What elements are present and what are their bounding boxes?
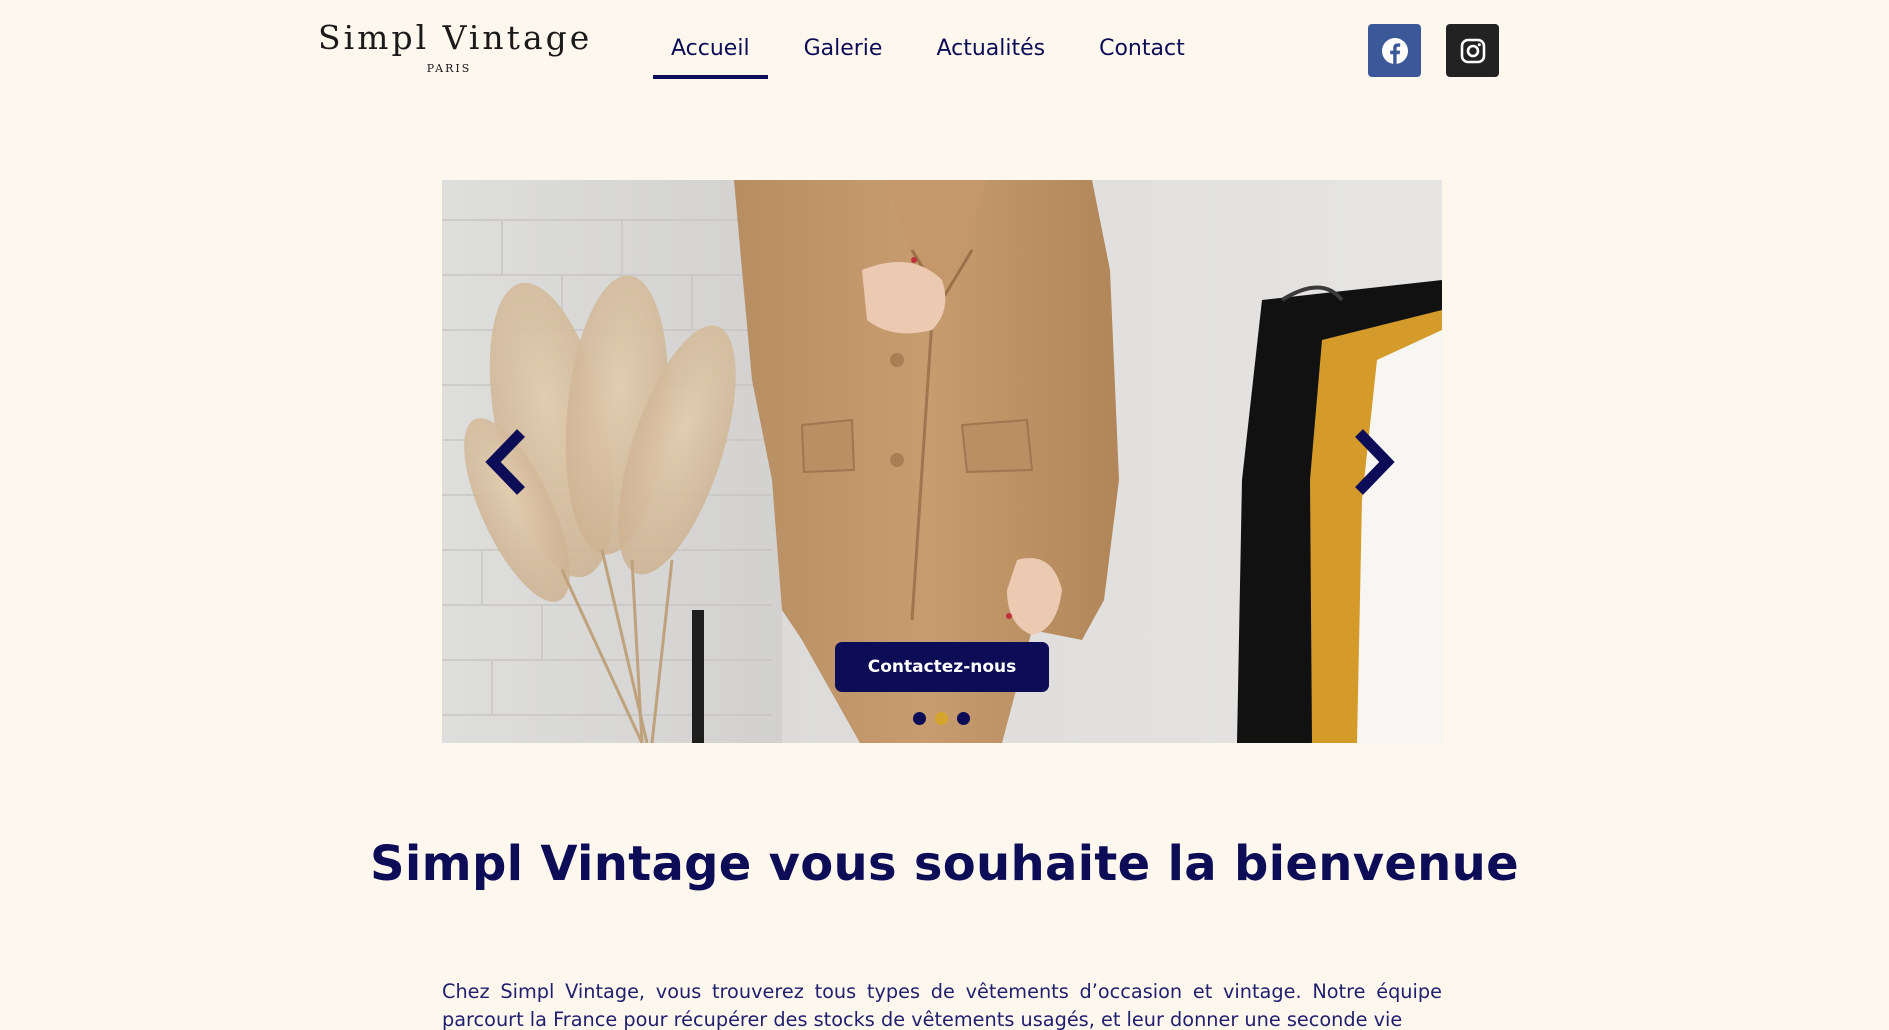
brand-name: Simpl Vintage xyxy=(318,18,593,57)
brand-location: PARIS xyxy=(426,62,472,76)
slider-dot-3[interactable] xyxy=(957,712,970,725)
nav-item-accueil[interactable]: Accueil xyxy=(653,30,768,79)
slider-next-button[interactable] xyxy=(1347,427,1397,497)
slider-prev-button[interactable] xyxy=(483,427,533,497)
facebook-button[interactable] xyxy=(1368,24,1421,77)
contact-cta-button[interactable]: Contactez-nous xyxy=(835,642,1049,692)
chevron-left-icon xyxy=(485,429,525,495)
brand-logo[interactable]: Simpl Vintage PARIS xyxy=(318,18,593,76)
nav-item-contact[interactable]: Contact xyxy=(1081,30,1203,79)
nav-item-galerie[interactable]: Galerie xyxy=(786,30,901,79)
slider-dot-1[interactable] xyxy=(913,712,926,725)
main-nav: Accueil Galerie Actualités Contact xyxy=(653,30,1203,79)
slider-pagination xyxy=(913,712,970,725)
nav-item-actualites[interactable]: Actualités xyxy=(918,30,1063,79)
instagram-button[interactable] xyxy=(1446,24,1499,77)
welcome-title: Simpl Vintage vous souhaite la bienvenue xyxy=(370,836,1519,892)
site-header: Simpl Vintage PARIS Accueil Galerie Actu… xyxy=(0,0,1889,100)
instagram-icon xyxy=(1460,38,1485,63)
intro-paragraph: Chez Simpl Vintage, vous trouverez tous … xyxy=(442,980,1442,1030)
facebook-icon xyxy=(1381,37,1408,64)
chevron-right-icon xyxy=(1355,429,1395,495)
slider-dot-2[interactable] xyxy=(935,712,948,725)
